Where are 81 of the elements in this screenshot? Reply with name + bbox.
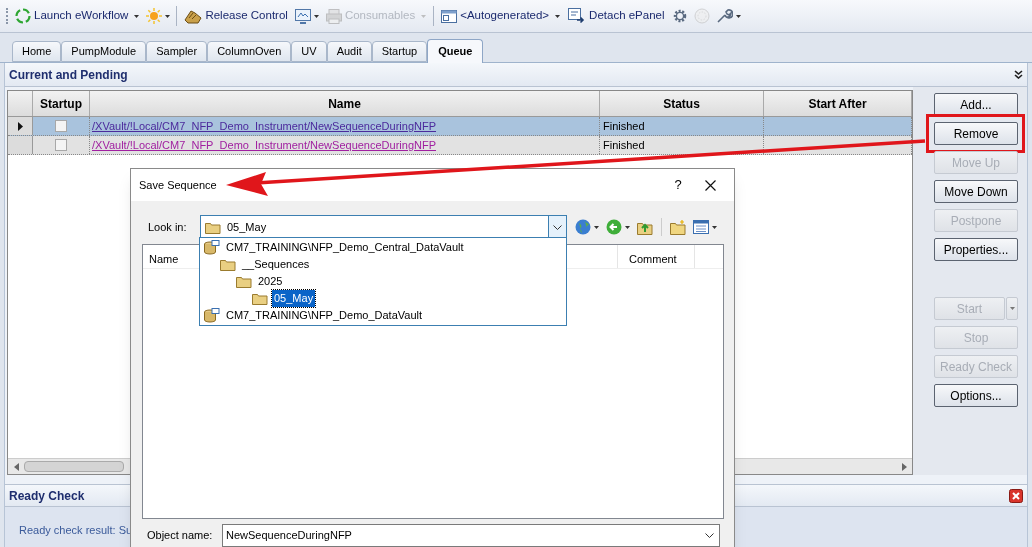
tab[interactable]: Sampler <box>146 41 208 62</box>
monitor-icon <box>294 8 311 24</box>
caret-icon[interactable] <box>165 14 171 18</box>
circle-icon <box>693 8 710 24</box>
scroll-left-icon[interactable] <box>13 462 19 471</box>
action-button[interactable]: Move Down <box>934 180 1018 203</box>
action-button[interactable]: Options... <box>934 384 1018 407</box>
folder-icon <box>205 220 221 234</box>
dialog-title: Save Sequence <box>139 179 217 191</box>
table-row[interactable]: /XVault/!Local/CM7_NFP_Demo_Instrument/NewSequenceDuringNFP Finished <box>8 117 912 136</box>
toolbar-button[interactable]: <Autogenerated> <box>440 5 562 27</box>
caret-icon[interactable] <box>555 14 561 18</box>
wrench-icon <box>715 8 733 24</box>
caret-icon[interactable] <box>712 225 717 229</box>
scrollbar-thumb[interactable] <box>24 461 124 472</box>
folder-icon <box>252 292 268 305</box>
column-header[interactable]: Comment <box>617 245 695 268</box>
chevron-down-icon[interactable] <box>705 532 714 538</box>
sequence-link[interactable]: /XVault/!Local/CM7_NFP_Demo_Instrument/NewSequenceDuringNFP <box>92 117 436 135</box>
close-icon[interactable] <box>705 179 716 191</box>
panel-title: Ready Check <box>9 487 85 505</box>
printer-icon <box>325 8 342 24</box>
field-label: Object name: <box>146 527 214 543</box>
action-button[interactable]: Properties... <box>934 238 1018 261</box>
current-row-icon <box>17 121 23 131</box>
sequence-link[interactable]: /XVault/!Local/CM7_NFP_Demo_Instrument/NewSequenceDuringNFP <box>92 136 436 154</box>
tab[interactable]: UV <box>291 41 327 62</box>
view-menu-icon[interactable] <box>693 220 709 234</box>
column-header[interactable]: Startup <box>33 91 90 116</box>
dropdown-item[interactable]: 05_May <box>272 290 316 307</box>
help-button[interactable]: ? <box>663 175 693 195</box>
tab[interactable]: ColumnOven <box>207 41 292 62</box>
caret-icon[interactable] <box>625 225 630 229</box>
action-button[interactable]: Add... <box>934 93 1018 116</box>
table-cell: Finished <box>600 136 764 154</box>
window-icon <box>441 9 458 23</box>
dropdown-item[interactable]: __Sequences <box>240 256 312 273</box>
tab[interactable]: Startup <box>371 41 428 62</box>
scroll-right-icon[interactable] <box>901 462 907 471</box>
dropdown-item[interactable]: 2025 <box>256 273 285 290</box>
action-button[interactable]: Remove <box>934 122 1018 145</box>
tab[interactable]: Audit <box>326 41 372 62</box>
column-header[interactable]: Start After <box>764 91 912 116</box>
folder-icon <box>236 275 252 288</box>
dropdown-item[interactable]: CM7_TRAINING\NFP_Demo_Central_DataVault <box>224 239 466 256</box>
toolbar-button[interactable]: Detach ePanel <box>567 5 666 27</box>
table-cell: Finished <box>600 117 764 135</box>
collapse-icon[interactable] <box>1014 70 1023 79</box>
database-icon <box>204 240 220 255</box>
look-in-combobox[interactable]: 05_May <box>200 215 567 239</box>
database-icon <box>204 308 220 323</box>
cycle-icon <box>15 8 31 24</box>
caret-icon[interactable] <box>594 225 599 229</box>
chevron-down-icon[interactable] <box>553 224 562 230</box>
column-header[interactable]: Name <box>90 91 600 116</box>
tab[interactable]: PumpModule <box>61 41 147 62</box>
object-name-combobox[interactable]: NewSequenceDuringNFP <box>222 523 720 547</box>
caret-icon[interactable] <box>735 14 741 18</box>
checkbox[interactable] <box>55 120 67 132</box>
caret-icon[interactable] <box>313 14 319 18</box>
checkbox[interactable] <box>55 139 67 151</box>
combobox-value: NewSequenceDuringNFP <box>226 527 353 543</box>
dropdown-item[interactable]: CM7_TRAINING\NFP_Demo_DataVault <box>224 307 425 324</box>
sun-icon <box>146 8 163 24</box>
panel-title: Current and Pending <box>9 66 128 84</box>
tab[interactable]: Home <box>12 41 62 62</box>
toolbar-button[interactable]: Launch eWorkflow <box>14 5 141 27</box>
globe-icon[interactable] <box>575 219 591 235</box>
gear-icon <box>671 8 688 24</box>
column-header[interactable]: Status <box>600 91 764 116</box>
toolbar-button[interactable]: Release Control <box>183 5 289 27</box>
caret-icon[interactable] <box>134 14 140 18</box>
field-label: Look in: <box>147 219 188 235</box>
detach-icon <box>568 8 587 24</box>
new-folder-icon[interactable] <box>670 219 686 235</box>
folder-icon <box>220 258 236 271</box>
combobox-value: 05_May <box>227 219 268 235</box>
table-row[interactable]: /XVault/!Local/CM7_NFP_Demo_Instrument/NewSequenceDuringNFP Finished <box>8 136 912 155</box>
tab[interactable]: Queue <box>427 39 484 63</box>
close-icon[interactable] <box>1009 488 1023 503</box>
caret-icon <box>1009 307 1015 310</box>
